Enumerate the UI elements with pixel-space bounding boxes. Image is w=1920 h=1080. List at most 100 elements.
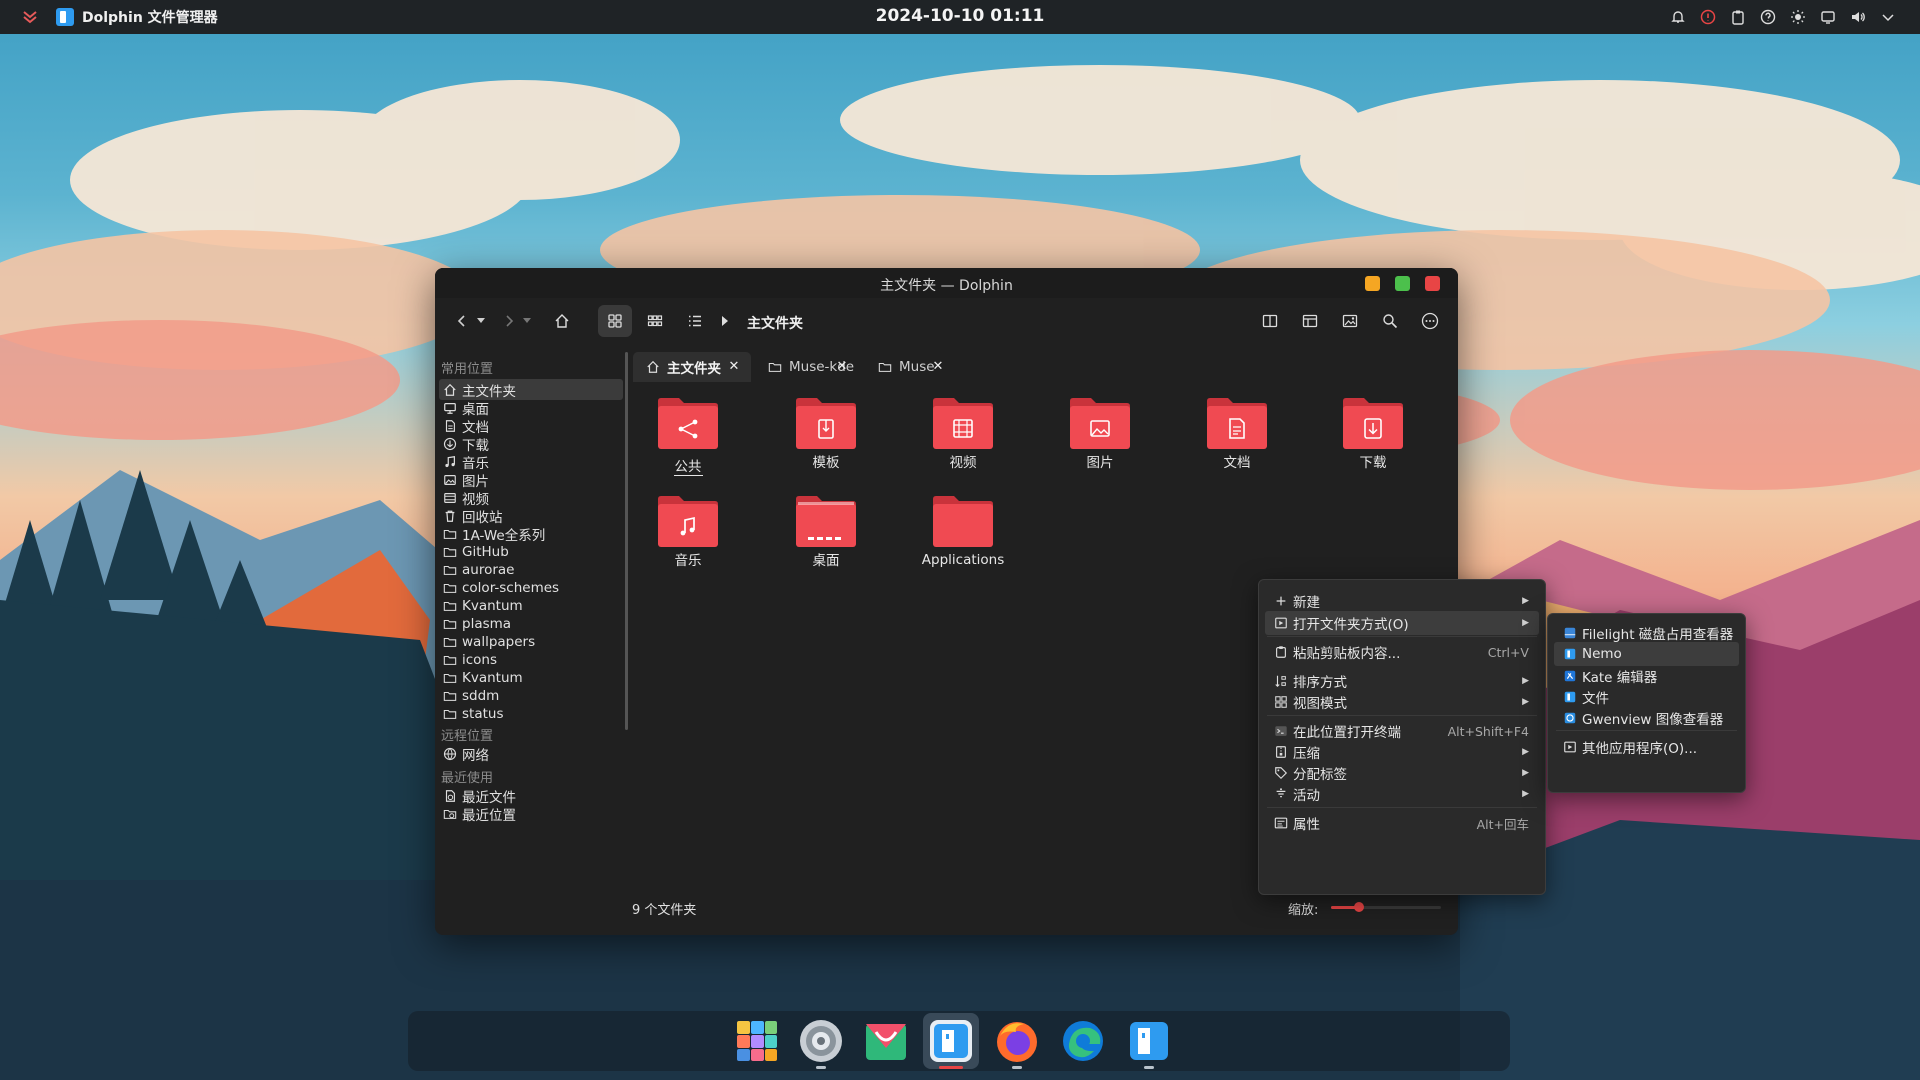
tab-1[interactable]: 主文件夹 ✕ [633,352,751,382]
submenu-arrow-icon: ▶ [1522,596,1529,606]
icons-view-button[interactable] [598,305,632,337]
folder-item[interactable]: 文档 [1182,395,1292,471]
tab-close-button[interactable]: ✕ [833,357,851,375]
tab-close-button[interactable]: ✕ [725,357,743,375]
maximize-button[interactable] [1395,276,1410,291]
zoom-label: 缩放: [1288,903,1319,918]
documents-icon [442,418,457,433]
kate-icon [1562,668,1578,684]
preview-button[interactable] [1333,305,1367,337]
context-menu-label: 分配标签 [1293,767,1347,783]
active-app-name[interactable]: Dolphin 文件管理器 [82,7,218,27]
context-menu-item[interactable]: 视图模式 ▶ [1265,690,1539,714]
search-button[interactable] [1373,305,1407,337]
help-icon[interactable] [1758,7,1778,27]
window-titlebar[interactable]: 主文件夹 — Dolphin [435,268,1458,298]
open-with-label: Kate 编辑器 [1582,670,1658,686]
dolphin-icon[interactable] [923,1013,979,1069]
tab-2[interactable]: Muse-kde ✕ [755,352,859,382]
filelight-icon [1562,625,1578,641]
panels-button[interactable] [1293,305,1327,337]
folder-label: 图片 [1086,455,1114,471]
context-menu-item[interactable]: 粘贴剪贴板内容... Ctrl+V [1265,640,1539,664]
folder-label: 音乐 [674,553,702,569]
download-icon [442,436,457,451]
submenu-arrow-icon: ▶ [1522,747,1529,757]
folder-item[interactable]: 模板 [771,395,881,471]
context-menu-label: 粘贴剪贴板内容... [1293,646,1401,662]
context-menu-label: 打开文件夹方式(O) [1293,617,1409,633]
status-folder-count: 9 个文件夹 [632,903,697,918]
volume-icon[interactable] [1848,7,1868,27]
folder-item[interactable]: 下载 [1318,395,1428,471]
clock[interactable]: 2024-10-10 01:11 [0,6,1920,26]
sidebar-item[interactable]: status [439,703,623,724]
files-icon [1562,689,1578,705]
open-with-icon [1273,615,1289,631]
firefox-icon[interactable] [992,1016,1042,1066]
recent-locations-icon [442,806,457,821]
context-menu-item[interactable]: 打开文件夹方式(O) ▶ [1265,611,1539,635]
breadcrumb-arrow-icon[interactable] [717,305,733,337]
sidebar-item-label: icons [462,651,498,668]
more-menu-button[interactable] [1413,305,1447,337]
minimize-button[interactable] [1365,276,1380,291]
zoom-slider[interactable] [1331,902,1441,912]
forward-history-dropdown[interactable] [519,305,535,337]
folder-item[interactable]: 音乐 [633,493,743,569]
open-with-item[interactable]: Gwenview 图像查看器 [1554,706,1739,730]
folder-label: 文档 [1223,455,1251,471]
context-menu-item[interactable]: 属性 Alt+回车 [1265,811,1539,835]
zoom-slider-handle[interactable] [1354,902,1364,912]
recent-files-icon [442,788,457,803]
top-panel: Dolphin 文件管理器 2024-10-10 01:11 [0,0,1920,34]
submenu-arrow-icon: ▶ [1522,768,1529,778]
context-menu-label: 压缩 [1293,746,1320,762]
open-with-label: 其他应用程序(O)... [1582,741,1698,757]
home-button[interactable] [545,305,579,337]
close-button[interactable] [1425,276,1440,291]
edge-icon[interactable] [1058,1016,1108,1066]
folder-item[interactable]: 图片 [1045,395,1155,471]
open-with-item[interactable]: Nemo [1554,642,1739,666]
sidebar-scrollbar[interactable] [625,352,628,730]
nemo-icon [1562,646,1578,662]
system-settings-icon[interactable] [796,1016,846,1066]
sidebar-item[interactable]: 最近位置 [439,803,623,824]
alert-icon[interactable] [1698,7,1718,27]
compact-view-button[interactable] [638,305,672,337]
brightness-icon[interactable] [1788,7,1808,27]
forward-button[interactable] [497,305,521,337]
paste-icon [1273,644,1289,660]
bell-icon[interactable] [1668,7,1688,27]
folder-icon [442,670,457,685]
tab-close-button[interactable]: ✕ [929,357,947,375]
open-with-item[interactable]: 其他应用程序(O)... [1554,735,1739,759]
back-button[interactable] [450,305,474,337]
context-menu-item[interactable]: 新建 ▶ [1265,589,1539,613]
details-view-button[interactable] [678,305,712,337]
context-menu-item[interactable]: 活动 ▶ [1265,782,1539,806]
folder-item[interactable]: 桌面 [771,493,881,569]
split-view-button[interactable] [1253,305,1287,337]
chevron-down-icon[interactable] [1878,7,1898,27]
folder-item[interactable]: 公共 [633,395,743,476]
tab-3[interactable]: Muse ✕ [865,352,955,382]
folder-icon [442,580,457,595]
app-menu-icon[interactable] [20,7,40,27]
software-store-icon[interactable] [861,1016,911,1066]
folder-label: 桌面 [812,553,840,569]
folder-item[interactable]: Applications [908,493,1018,568]
clipboard-icon[interactable] [1728,7,1748,27]
sidebar-item[interactable]: 网络 [439,743,623,764]
folder-item[interactable]: 视频 [908,395,1018,471]
menu-separator [1267,636,1537,637]
folder-label: Applications [921,552,1005,568]
app-launcher-icon[interactable] [732,1016,782,1066]
breadcrumb[interactable]: 主文件夹 [747,313,803,333]
open-with-label: Filelight 磁盘占用查看器 [1582,627,1734,643]
display-icon[interactable] [1818,7,1838,27]
back-history-dropdown[interactable] [473,305,489,337]
finder-icon[interactable] [1124,1016,1174,1066]
folder-icon [442,562,457,577]
